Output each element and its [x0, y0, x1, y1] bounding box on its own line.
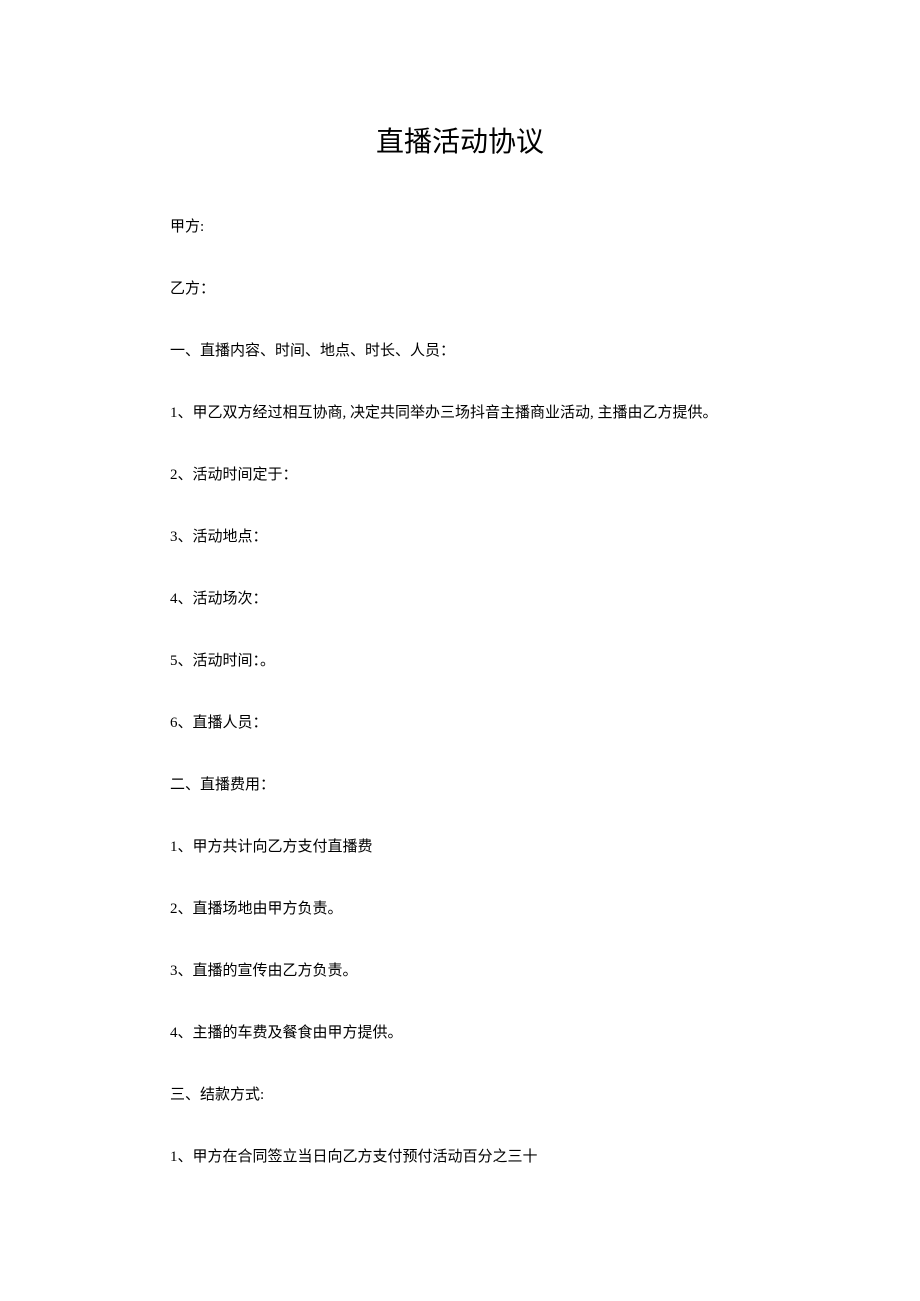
clause-2-4: 4、主播的车费及餐食由甲方提供。: [170, 1021, 750, 1045]
party-b-label: 乙方：: [170, 277, 750, 301]
clause-2-2: 2、直播场地由甲方负责。: [170, 897, 750, 921]
clause-2-3: 3、直播的宣传由乙方负责。: [170, 959, 750, 983]
clause-1-6: 6、直播人员：: [170, 711, 750, 735]
clause-1-3: 3、活动地点：: [170, 525, 750, 549]
section-3-heading: 三、结款方式:: [170, 1083, 750, 1107]
clause-2-1: 1、甲方共计向乙方支付直播费: [170, 835, 750, 859]
clause-3-1: 1、甲方在合同签立当日向乙方支付预付活动百分之三十: [170, 1145, 750, 1169]
clause-1-4: 4、活动场次：: [170, 587, 750, 611]
clause-1-1: 1、甲乙双方经过相互协商, 决定共同举办三场抖音主播商业活动, 主播由乙方提供。: [170, 401, 750, 425]
document-title: 直播活动协议: [170, 120, 750, 160]
section-2-heading: 二、直播费用：: [170, 773, 750, 797]
section-1-heading: 一、直播内容、时间、地点、时长、人员：: [170, 339, 750, 363]
clause-1-5: 5、活动时间：。: [170, 649, 750, 673]
clause-1-2: 2、活动时间定于：: [170, 463, 750, 487]
party-a-label: 甲方:: [170, 215, 750, 239]
